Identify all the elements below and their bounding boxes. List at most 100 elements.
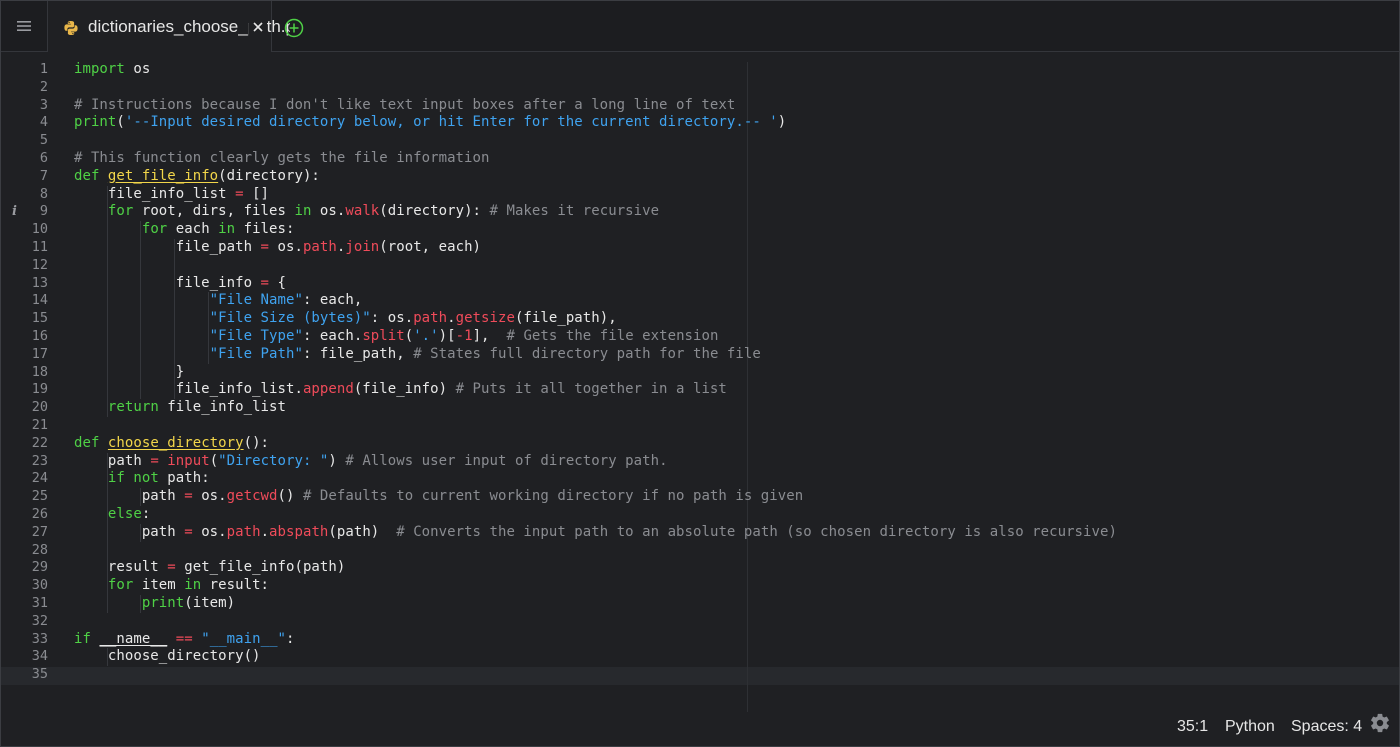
code-token: choose_directory() — [74, 648, 261, 665]
code-token: else — [107, 506, 142, 522]
code-token: = — [260, 239, 270, 255]
line-number: 1 — [39, 61, 48, 77]
code-line[interactable]: if not path: — [74, 470, 210, 488]
cursor-position[interactable]: 35:1 — [1177, 716, 1208, 738]
code-token: getsize — [455, 310, 515, 327]
code-token: ( — [404, 328, 414, 344]
code-line[interactable]: file_info_list = [] — [74, 186, 269, 204]
code-line[interactable]: "File Name": each, — [74, 292, 363, 310]
code-token: path — [302, 239, 337, 255]
code-line[interactable]: for root, dirs, files in os.walk(directo… — [74, 203, 659, 221]
line-number: 18 — [31, 363, 48, 380]
code-line[interactable]: # Instructions because I don't like text… — [74, 97, 735, 115]
code-token: = — [184, 523, 193, 540]
code-token: file_path — [74, 239, 261, 255]
code-token: # Gets the file extension — [506, 328, 719, 344]
code-line[interactable]: return file_info_list — [74, 399, 286, 417]
code-line[interactable]: "File Path": file_path, # States full di… — [74, 346, 761, 364]
code-line[interactable]: for item in result: — [74, 577, 269, 595]
code-token: -1 — [455, 328, 473, 344]
code-line[interactable]: for each in files: — [74, 221, 295, 239]
line-number: 25 — [31, 488, 48, 505]
code-token: # Defaults to current working directory … — [302, 488, 804, 505]
code-token: # Converts the input path to an absolute… — [396, 523, 1117, 540]
code-line[interactable]: else: — [74, 506, 150, 524]
code-token: root, dirs, files — [133, 203, 295, 220]
line-number: 14 — [31, 292, 48, 309]
code-token: # Allows user input of directory path. — [345, 452, 668, 469]
code-token: "File Path" — [209, 345, 303, 362]
indent-setting[interactable]: Spaces: 4 — [1291, 716, 1362, 738]
code-line[interactable]: import os — [74, 61, 150, 79]
code-token: file_info_list — [74, 185, 236, 202]
line-number: 17 — [31, 345, 48, 362]
code-token: "Directory: " — [218, 452, 329, 469]
tab-close-button[interactable] — [249, 17, 267, 37]
info-marker-icon[interactable]: i — [12, 203, 22, 221]
line-number: 10 — [31, 221, 48, 238]
code-line[interactable]: print('--Input desired directory below, … — [74, 114, 786, 132]
code-token: path — [74, 452, 151, 469]
code-line[interactable]: choose_directory() — [74, 648, 261, 666]
tab-dictionaries-choose-path[interactable]: dictionaries_choose_path.py — [48, 1, 290, 52]
code-line[interactable]: file_info_list.append(file_info) # Puts … — [74, 381, 727, 399]
code-line[interactable]: def get_file_info(directory): — [74, 168, 320, 186]
tab-bar: dictionaries_choose_path.py — [1, 1, 1399, 52]
code-token: () — [277, 488, 303, 505]
code-line[interactable]: print(item) — [74, 595, 235, 613]
line-number: 28 — [31, 541, 48, 558]
code-token: (directory): — [379, 203, 490, 220]
code-line[interactable]: "File Type": each.split('.')[-1], # Gets… — [74, 328, 719, 346]
code-token: getcwd — [226, 488, 278, 505]
gear-icon[interactable] — [1369, 712, 1391, 734]
code-token: . — [260, 523, 270, 540]
code-line[interactable]: def choose_directory(): — [74, 435, 269, 453]
code-line[interactable]: file_info = { — [74, 275, 286, 293]
line-number: 21 — [31, 417, 48, 433]
code-token: join — [345, 239, 380, 255]
menu-button[interactable] — [1, 1, 48, 51]
code-line[interactable]: path = input("Directory: ") # Allows use… — [74, 453, 668, 471]
line-number: 2 — [39, 78, 48, 95]
code-token: if — [107, 470, 125, 487]
code-line[interactable]: path = os.getcwd() # Defaults to current… — [74, 488, 803, 506]
line-number: 11 — [31, 239, 48, 255]
code-token: ( — [116, 114, 125, 131]
code-token: def — [74, 434, 100, 451]
new-tab-plus-icon[interactable] — [284, 18, 304, 38]
code-line[interactable]: result = get_file_info(path) — [74, 559, 345, 577]
code-line[interactable]: file_path = os.path.join(root, each) — [74, 239, 481, 257]
code-token: = — [184, 488, 193, 505]
code-token: : — [141, 506, 151, 522]
code-token: input — [167, 452, 210, 469]
code-token: os. — [311, 203, 346, 220]
code-line[interactable]: if __name__ == "__main__": — [74, 631, 295, 649]
code-token: ], — [472, 328, 507, 344]
code-token: # Instructions because I don't like text… — [74, 96, 736, 113]
code-token: # Puts it all together in a list — [455, 381, 727, 398]
code-token: ) — [328, 452, 346, 469]
line-number: 13 — [31, 274, 48, 291]
code-token: path — [413, 310, 448, 327]
code-line[interactable]: path = os.path.abspath(path) # Converts … — [74, 524, 1117, 542]
code-line[interactable]: } — [74, 364, 184, 382]
code-token: os. — [192, 523, 227, 540]
code-token: [] — [243, 185, 270, 202]
code-token: each — [167, 221, 219, 238]
code-token: # States full directory path for the fil… — [413, 345, 761, 362]
code-token: (): — [243, 434, 270, 451]
line-number: 4 — [39, 114, 48, 131]
language-mode[interactable]: Python — [1225, 716, 1275, 738]
code-token: path — [226, 523, 261, 540]
code-token: (root, each) — [379, 239, 482, 255]
code-line[interactable]: # This function clearly gets the file in… — [74, 150, 489, 168]
code-line[interactable]: "File Size (bytes)": os.path.getsize(fil… — [74, 310, 617, 328]
code-editor[interactable]: 1 2 3 4 5 6 7 8 9 10 11 12 13 14 15 16 17 18 19 20 21 22 23 24 2… — [1, 52, 1399, 712]
